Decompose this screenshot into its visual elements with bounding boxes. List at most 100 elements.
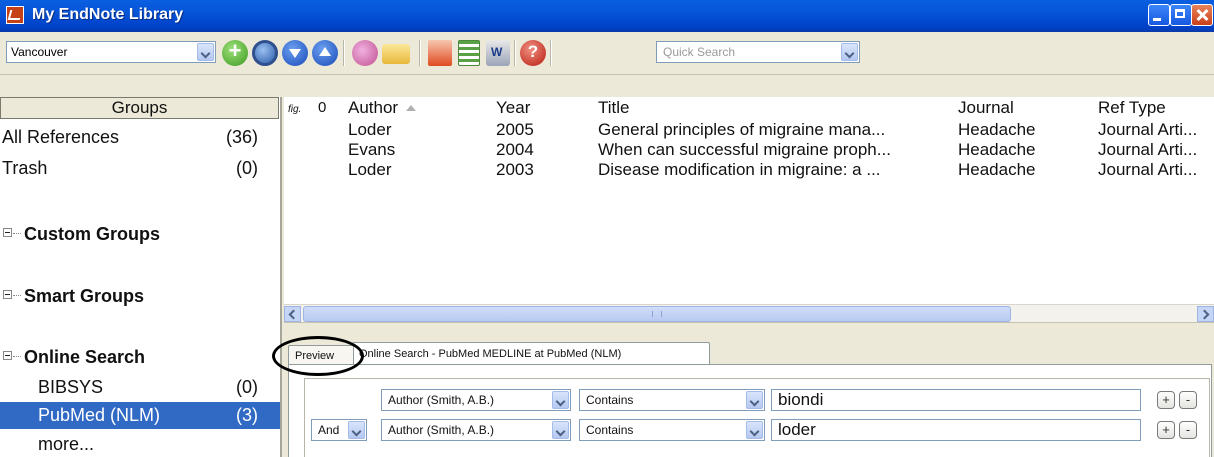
chevron-down-icon[interactable] <box>841 43 858 61</box>
cell-ref-type: Journal Arti... <box>1098 120 1198 139</box>
minimize-button[interactable] <box>1148 4 1170 26</box>
chevron-down-icon[interactable] <box>552 391 569 409</box>
cell-journal: Headache <box>958 120 1036 139</box>
scroll-right-icon[interactable] <box>1197 306 1214 322</box>
toolbar: Vancouver Quick Search <box>0 32 1214 75</box>
chevron-down-icon[interactable] <box>552 421 569 439</box>
reference-row[interactable]: Evans 2004 When can successful migraine … <box>284 139 1214 160</box>
scroll-left-icon[interactable] <box>284 306 301 322</box>
section-label: Online Search <box>24 347 146 367</box>
maximize-button[interactable] <box>1170 4 1192 26</box>
cell-title: When can successful migraine proph... <box>598 140 891 159</box>
export-icon[interactable] <box>312 40 338 66</box>
search-criteria-frame: Author (Smith, A.B.) Contains biondi + -… <box>304 378 1210 457</box>
toolbar-divider <box>343 40 345 66</box>
search-field-select[interactable]: Author (Smith, A.B.) <box>381 389 571 411</box>
cell-author: Loder <box>348 120 392 139</box>
boolean-operator-select[interactable]: And <box>311 419 367 441</box>
format-bibliography-icon[interactable] <box>458 40 480 66</box>
search-field-value: Author (Smith, A.B.) <box>388 423 495 437</box>
group-online-pubmed[interactable]: PubMed (NLM) (3) <box>0 402 280 429</box>
search-field-select[interactable]: Author (Smith, A.B.) <box>381 419 571 441</box>
collapse-icon[interactable] <box>3 351 12 360</box>
groups-header[interactable]: Groups <box>0 97 279 119</box>
group-count: (0) <box>236 158 258 178</box>
cell-year: 2003 <box>496 160 534 179</box>
scrollbar-thumb[interactable] <box>303 306 1011 322</box>
horizontal-scrollbar[interactable] <box>284 304 1214 323</box>
column-author-label: Author <box>348 98 399 117</box>
endnote-window: My EndNote Library Vancouver Quick Searc… <box>0 0 1214 457</box>
output-style-value: Vancouver <box>11 45 68 59</box>
boolean-operator-value: And <box>318 423 340 437</box>
group-all-references[interactable]: All References (36) <box>0 124 280 151</box>
search-term-input[interactable]: loder <box>771 419 1141 441</box>
column-ref-type[interactable]: Ref Type <box>1098 97 1166 119</box>
search-term-input[interactable]: biondi <box>771 389 1141 411</box>
sort-ascending-icon <box>406 105 417 111</box>
remove-row-button[interactable]: - <box>1179 391 1197 409</box>
search-operator-value: Contains <box>586 393 634 407</box>
cell-title: General principles of migraine mana... <box>598 120 886 139</box>
chevron-down-icon[interactable] <box>348 421 365 439</box>
toolbar-divider <box>514 40 516 66</box>
chevron-down-icon[interactable] <box>746 391 763 409</box>
column-figure-icon[interactable]: fig. <box>288 99 301 121</box>
add-row-button[interactable]: + <box>1157 421 1175 439</box>
column-year[interactable]: Year <box>496 97 530 119</box>
search-field-value: Author (Smith, A.B.) <box>388 393 495 407</box>
column-author[interactable]: Author <box>348 97 417 119</box>
collapse-icon[interactable] <box>3 290 12 299</box>
cell-journal: Headache <box>958 160 1036 179</box>
search-operator-select[interactable]: Contains <box>579 419 765 441</box>
add-row-button[interactable]: + <box>1157 391 1175 409</box>
group-online-more[interactable]: more... <box>0 431 280 457</box>
open-link-icon[interactable] <box>382 44 410 64</box>
new-reference-icon[interactable] <box>222 38 248 66</box>
import-icon[interactable] <box>282 40 308 66</box>
chevron-down-icon[interactable] <box>197 43 214 61</box>
open-pdf-icon[interactable] <box>428 40 452 66</box>
close-button[interactable] <box>1191 4 1213 26</box>
connect-icon[interactable] <box>352 40 378 66</box>
group-label: BIBSYS <box>38 377 104 397</box>
title-bar[interactable]: My EndNote Library <box>0 0 1214 32</box>
help-icon[interactable] <box>520 40 546 66</box>
column-attachment-icon[interactable]: 0 <box>318 97 326 119</box>
group-count: (0) <box>236 377 258 397</box>
quick-search-input[interactable]: Quick Search <box>656 41 860 63</box>
group-online-bibsys[interactable]: BIBSYS (0) <box>0 374 280 401</box>
endnote-app-icon <box>6 6 24 24</box>
search-operator-select[interactable]: Contains <box>579 389 765 411</box>
return-to-word-icon[interactable] <box>486 40 510 66</box>
cell-ref-type: Journal Arti... <box>1098 140 1198 159</box>
group-count: (36) <box>225 127 258 147</box>
tab-online-search[interactable]: Online Search - PubMed MEDLINE at PubMed… <box>352 342 710 365</box>
group-label: PubMed (NLM) <box>38 405 161 425</box>
column-journal[interactable]: Journal <box>958 97 1014 119</box>
highlight-circle-annotation <box>272 336 364 376</box>
cell-title: Disease modification in migraine: a ... <box>598 160 881 179</box>
reference-row[interactable]: Loder 2005 General principles of migrain… <box>284 119 1214 140</box>
bottom-panel: Online Search - PubMed MEDLINE at PubMed… <box>284 328 1214 457</box>
group-label: more... <box>38 434 95 454</box>
section-label: Custom Groups <box>24 224 161 244</box>
reference-row[interactable]: Loder 2003 Disease modification in migra… <box>284 159 1214 180</box>
cell-author: Loder <box>348 160 392 179</box>
online-search-icon[interactable] <box>252 40 278 66</box>
toolbar-divider <box>550 40 552 66</box>
groups-panel: Groups All References (36) Trash (0) Cus… <box>0 97 282 457</box>
group-count: (3) <box>236 405 258 425</box>
column-header-row <box>284 97 1214 119</box>
window-title: My EndNote Library <box>32 6 184 23</box>
cell-ref-type: Journal Arti... <box>1098 160 1198 179</box>
column-title[interactable]: Title <box>598 97 630 119</box>
chevron-down-icon[interactable] <box>746 421 763 439</box>
cell-author: Evans <box>348 140 396 159</box>
group-trash[interactable]: Trash (0) <box>0 155 280 182</box>
group-label: All References <box>2 127 120 147</box>
collapse-icon[interactable] <box>3 228 12 237</box>
output-style-select[interactable]: Vancouver <box>6 41 216 63</box>
remove-row-button[interactable]: - <box>1179 421 1197 439</box>
cell-year: 2005 <box>496 120 534 139</box>
